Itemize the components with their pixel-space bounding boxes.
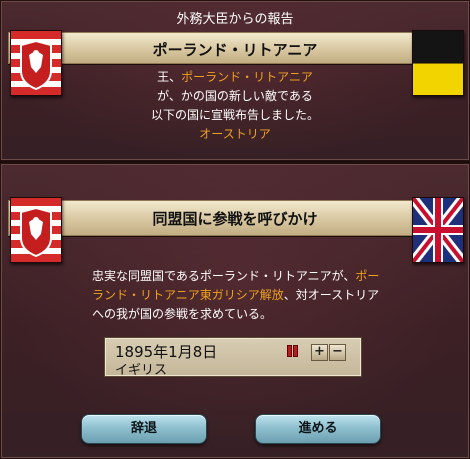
- call-to-arms-banner: 同盟国に参戦を呼びかけ: [8, 200, 462, 236]
- united-kingdom-flag-icon: [412, 197, 464, 263]
- poland-lithuania-flag-icon: [10, 197, 62, 263]
- country-banner: ポーランド・リトアニア: [8, 32, 462, 64]
- speed-decrease-button[interactable]: −: [329, 344, 346, 361]
- call-to-arms-title: 同盟国に参戦を呼びかけ: [152, 210, 318, 228]
- speed-increase-button[interactable]: +: [311, 344, 328, 361]
- country-name: ポーランド・リトアニア: [152, 41, 318, 59]
- message-part-1: 忠実な同盟国であるポーランド・リトアニアが、: [92, 269, 356, 283]
- enemy-country: オーストリア: [199, 127, 271, 141]
- proceed-button[interactable]: 進める: [255, 414, 381, 444]
- declaration-message: 王、ポーランド・リトアニア が、かの国の新しい敵である 以下の国に宣戦布告しまし…: [0, 68, 470, 144]
- call-to-arms-message: 忠実な同盟国であるポーランド・リトアニアが、ポーランド・リトアニア東ガリシア解放…: [92, 267, 382, 324]
- attacker-country: ポーランド・リトアニア: [181, 70, 313, 84]
- pause-icon[interactable]: [287, 345, 299, 357]
- title-king: 王、: [157, 70, 182, 84]
- report-header: 外務大臣からの報告: [176, 12, 294, 27]
- date-widget: 1895年1月8日 イギリス + −: [104, 337, 362, 378]
- player-country: イギリス: [115, 363, 168, 378]
- declaration-line-2: が、かの国の新しい敵である: [157, 89, 313, 103]
- decline-button[interactable]: 辞退: [81, 414, 207, 444]
- declaration-line-3: 以下の国に宣戦布告しました。: [150, 108, 319, 122]
- top-report-panel: 外務大臣からの報告 ポーランド・リトアニア 王、ポーランド・リトアニア が、かの…: [0, 0, 470, 161]
- declaration-line-1: 王、ポーランド・リトアニア: [0, 68, 470, 87]
